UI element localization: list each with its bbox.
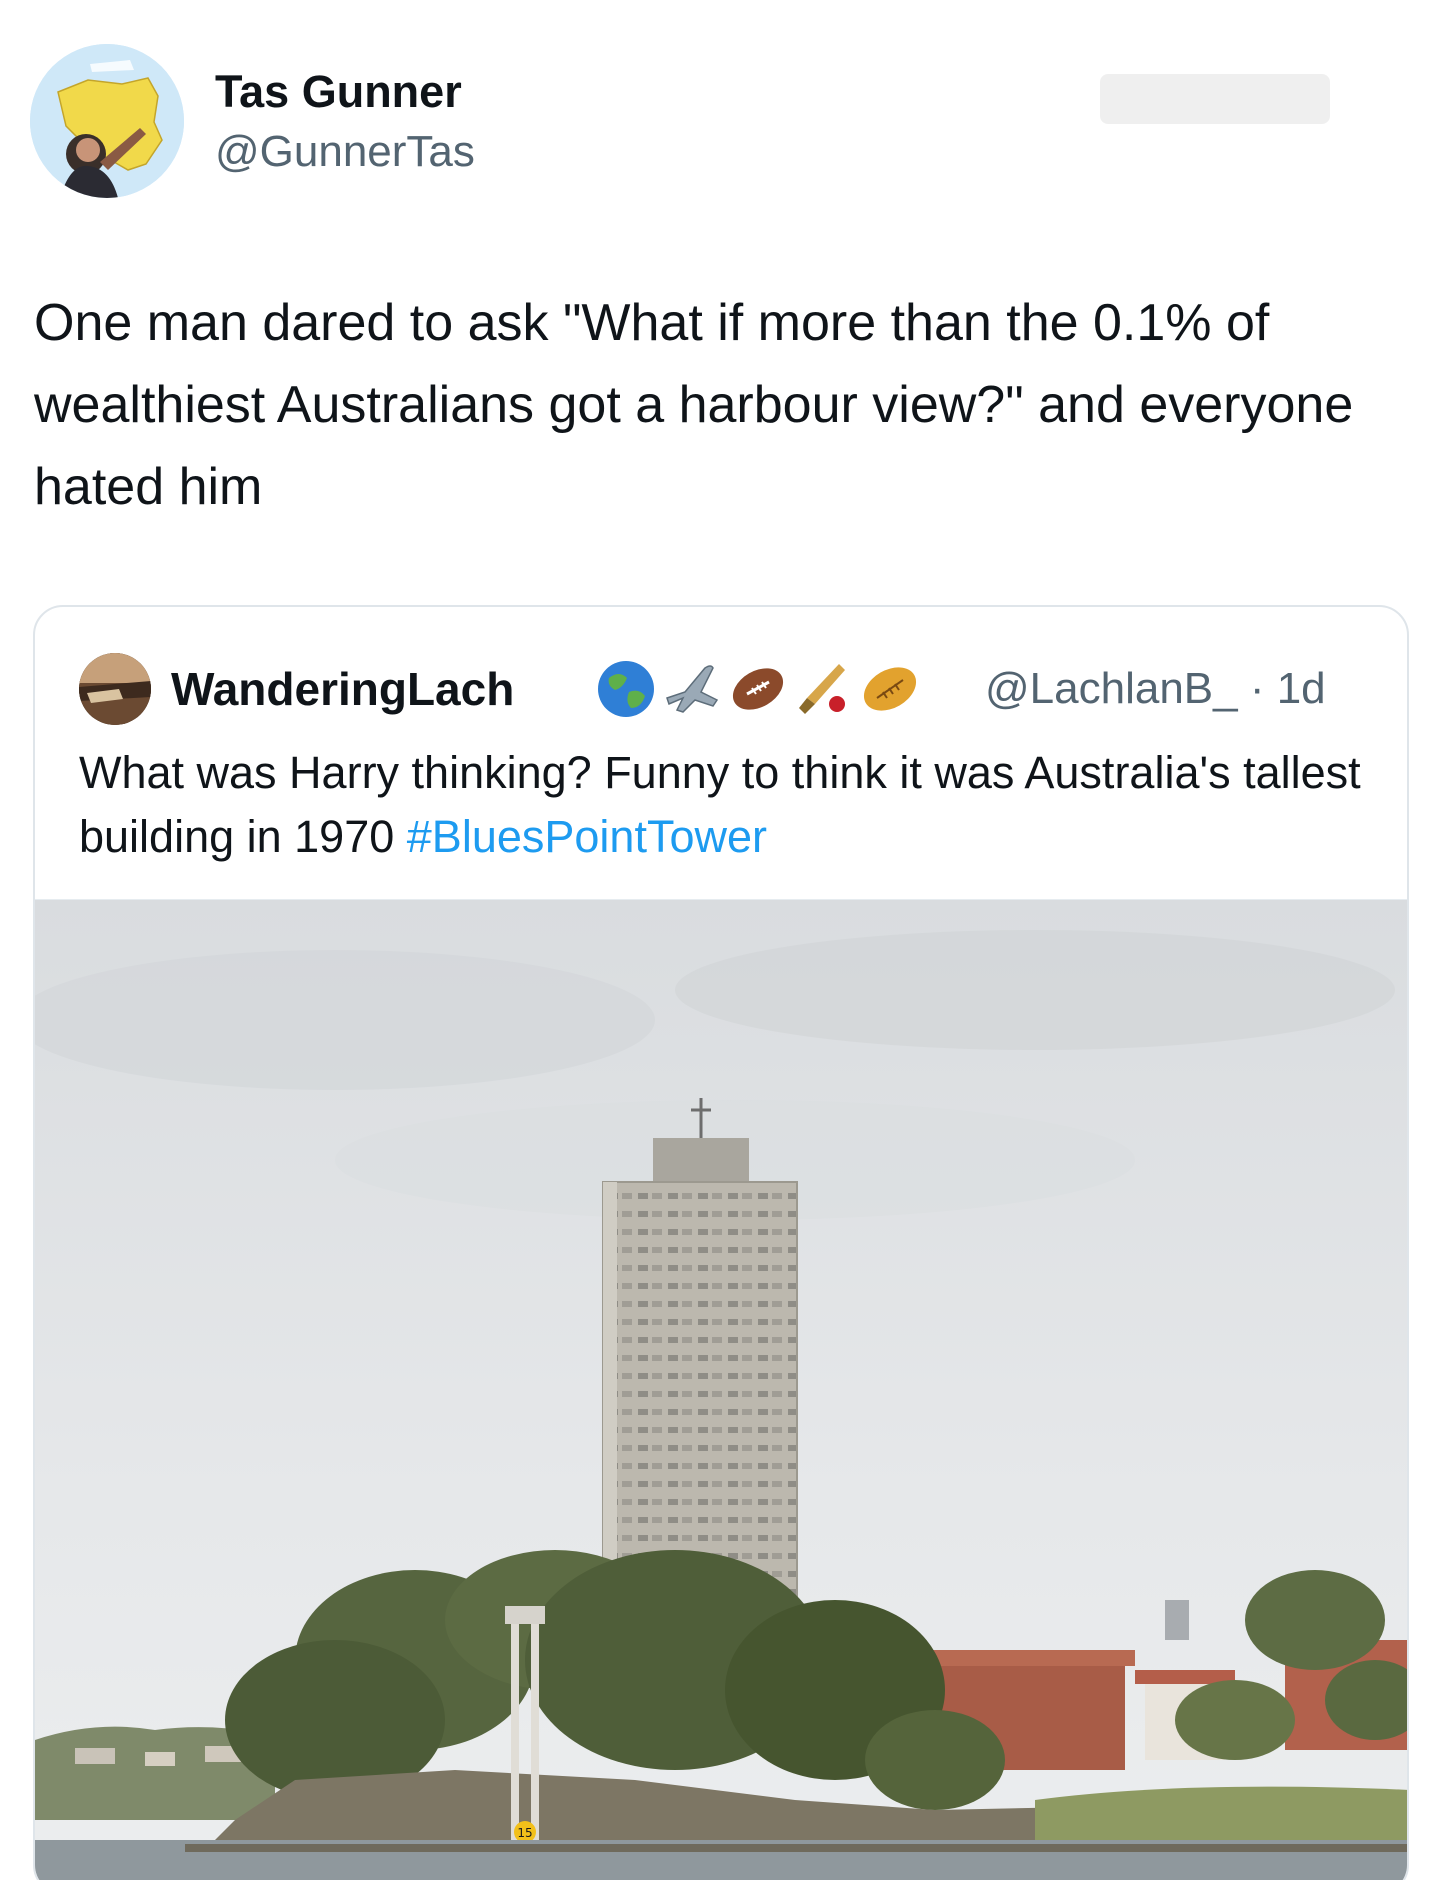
airplane-icon bbox=[661, 658, 723, 720]
watermark-logo bbox=[1100, 74, 1330, 124]
author-handle[interactable]: @GunnerTas bbox=[215, 124, 475, 180]
blues-point-tower-photo: 15 bbox=[35, 900, 1407, 1880]
author-avatar[interactable] bbox=[30, 44, 184, 198]
sign-number: 15 bbox=[517, 1826, 532, 1840]
rugby-ball-icon bbox=[859, 658, 921, 720]
author-display-name[interactable]: Tas Gunner bbox=[215, 64, 475, 120]
globe-icon bbox=[595, 658, 657, 720]
quoted-avatar-image bbox=[79, 653, 151, 725]
quoted-author-emoji-list bbox=[595, 653, 921, 725]
avatar-map-image bbox=[30, 44, 184, 198]
quoted-author-display-name[interactable]: WanderingLach bbox=[171, 659, 514, 719]
tweet-body-text: One man dared to ask "What if more than … bbox=[34, 294, 1354, 516]
quoted-tweet-card[interactable]: WanderingLach @LachlanB_ · 1d What was H… bbox=[33, 605, 1409, 1880]
cricket-icon bbox=[793, 658, 855, 720]
quoted-tweet-photo[interactable]: 15 bbox=[35, 899, 1407, 1880]
american-football-icon bbox=[727, 658, 789, 720]
hashtag-link[interactable]: #BluesPointTower bbox=[407, 811, 767, 862]
quoted-handle-and-time[interactable]: @LachlanB_ · 1d bbox=[985, 659, 1326, 719]
quoted-tweet-header: WanderingLach @LachlanB_ · 1d bbox=[79, 649, 1379, 729]
quoted-tweet-text: What was Harry thinking? Funny to think … bbox=[79, 741, 1379, 869]
tweet-header: Tas Gunner @GunnerTas bbox=[30, 44, 1410, 204]
quoted-author-avatar[interactable] bbox=[79, 653, 151, 725]
